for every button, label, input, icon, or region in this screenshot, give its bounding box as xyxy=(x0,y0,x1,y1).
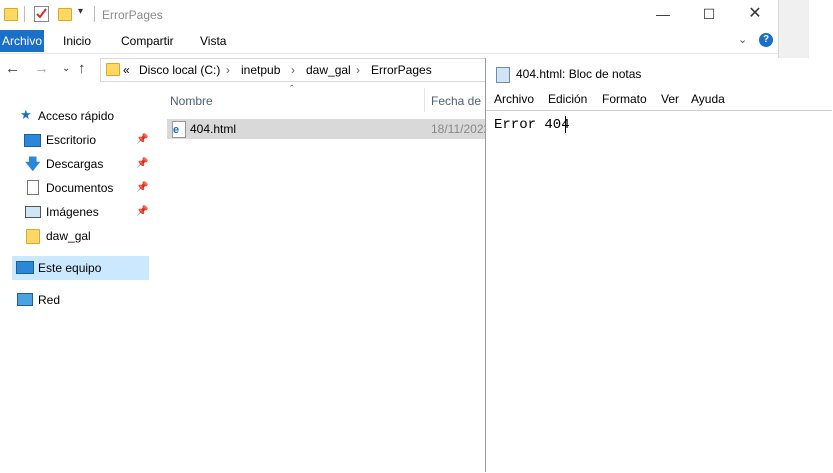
help-icon[interactable]: ? xyxy=(759,33,773,47)
folder-icon xyxy=(106,63,120,76)
up-arrow-icon[interactable]: ↑ xyxy=(78,60,86,77)
breadcrumb-errorpages[interactable]: ErrorPages xyxy=(371,63,432,77)
properties-icon[interactable] xyxy=(34,6,49,22)
menu-ayuda[interactable]: Ayuda xyxy=(691,92,725,106)
nav-label: Imágenes xyxy=(46,205,99,219)
navigation-pane: ★ Acceso rápido Escritorio 📌 🡇 Descargas… xyxy=(0,88,152,472)
folder-icon xyxy=(4,8,18,21)
nav-item-quick-access[interactable]: ★ Acceso rápido xyxy=(0,105,150,127)
breadcrumb-disco-local[interactable]: Disco local (C:) xyxy=(139,63,220,77)
nav-label: Documentos xyxy=(46,181,114,195)
divider xyxy=(24,6,25,22)
close-button[interactable]: ✕ xyxy=(732,0,778,30)
breadcrumb-separator: › xyxy=(356,63,360,77)
file-name: 404.html xyxy=(190,122,237,136)
breadcrumb-daw-gal[interactable]: daw_gal xyxy=(306,63,351,77)
nav-item-imagenes[interactable]: Imágenes 📌 xyxy=(0,201,150,223)
text-caret xyxy=(565,116,566,133)
pin-icon: 📌 xyxy=(136,158,149,169)
notepad-content: Error 404 xyxy=(494,117,570,133)
nav-label: Este equipo xyxy=(38,261,102,275)
nav-label: daw_gal xyxy=(46,229,91,243)
column-divider[interactable] xyxy=(424,88,425,112)
document-icon xyxy=(27,180,39,195)
checkmark-icon xyxy=(36,8,47,19)
nav-item-red[interactable]: Red xyxy=(0,289,150,311)
file-row[interactable]: e 404.html 18/11/2022 xyxy=(167,119,500,139)
file-date: 18/11/2022 xyxy=(431,122,491,136)
window-title: ErrorPages xyxy=(102,8,163,22)
pin-icon: 📌 xyxy=(136,134,149,145)
pin-icon: 📌 xyxy=(136,206,149,217)
maximize-button[interactable]: ☐ xyxy=(686,0,732,30)
notepad-icon xyxy=(496,67,510,83)
back-arrow-icon[interactable]: ← xyxy=(5,60,20,77)
column-name[interactable]: Nombre xyxy=(170,94,213,108)
notepad-titlebar: 404.html: Bloc de notas xyxy=(486,58,833,90)
menu-ver[interactable]: Ver xyxy=(661,92,679,106)
divider xyxy=(94,6,95,22)
nav-item-daw-gal[interactable]: daw_gal xyxy=(0,225,150,247)
menu-archivo[interactable]: Archivo xyxy=(494,92,534,106)
nav-label: Escritorio xyxy=(46,133,97,147)
nav-item-documentos[interactable]: Documentos 📌 xyxy=(0,177,150,199)
tab-archivo[interactable]: Archivo xyxy=(0,30,44,52)
notepad-window: 404.html: Bloc de notas Archivo Edición … xyxy=(485,58,833,473)
breadcrumb-separator: › xyxy=(291,63,295,77)
nav-item-este-equipo[interactable]: Este equipo xyxy=(0,257,150,279)
nav-item-descargas[interactable]: 🡇 Descargas 📌 xyxy=(0,153,150,175)
recent-locations-icon[interactable]: ⌄ xyxy=(62,63,70,74)
ribbon-divider xyxy=(0,53,778,54)
nav-item-escritorio[interactable]: Escritorio 📌 xyxy=(0,129,150,151)
nav-label: Red xyxy=(38,293,61,307)
forward-arrow-icon[interactable]: → xyxy=(34,60,49,77)
tab-inicio[interactable]: Inicio xyxy=(63,34,91,48)
breadcrumb-overflow[interactable]: « xyxy=(123,63,130,77)
network-icon xyxy=(17,293,33,306)
breadcrumb-inetpub[interactable]: inetpub xyxy=(241,63,280,77)
folder-icon xyxy=(26,229,40,244)
pin-icon: 📌 xyxy=(136,182,149,193)
menu-formato[interactable]: Formato xyxy=(602,92,647,106)
download-arrow-icon: 🡇 xyxy=(25,156,41,173)
tab-compartir[interactable]: Compartir xyxy=(121,34,174,48)
nav-label: Acceso rápido xyxy=(38,109,115,123)
menu-edicion[interactable]: Edición xyxy=(548,92,587,106)
notepad-menubar: Archivo Edición Formato Ver Ayuda xyxy=(486,90,833,110)
html-file-icon: e xyxy=(172,121,186,138)
nav-label: Descargas xyxy=(46,157,104,171)
notepad-text-area[interactable]: Error 404 xyxy=(486,110,832,473)
expand-ribbon-icon[interactable]: ⌄ xyxy=(738,33,747,46)
desktop-icon xyxy=(24,134,41,147)
notepad-title: 404.html: Bloc de notas xyxy=(516,67,642,81)
pictures-icon xyxy=(25,206,41,218)
address-bar[interactable]: « Disco local (C:) › inetpub › daw_gal ›… xyxy=(100,58,502,82)
browser-e-icon: e xyxy=(173,124,180,136)
computer-icon xyxy=(16,261,34,274)
customize-quick-access-icon[interactable]: ▾ xyxy=(78,6,83,17)
sort-ascending-icon: ˆ xyxy=(290,84,294,96)
star-icon: ★ xyxy=(20,107,32,122)
minimize-button[interactable]: — xyxy=(640,0,686,30)
new-folder-icon[interactable] xyxy=(58,8,72,21)
tab-vista[interactable]: Vista xyxy=(200,34,226,48)
explorer-titlebar: ▾ ErrorPages — ☐ ✕ xyxy=(0,0,778,30)
breadcrumb-separator: › xyxy=(226,63,230,77)
